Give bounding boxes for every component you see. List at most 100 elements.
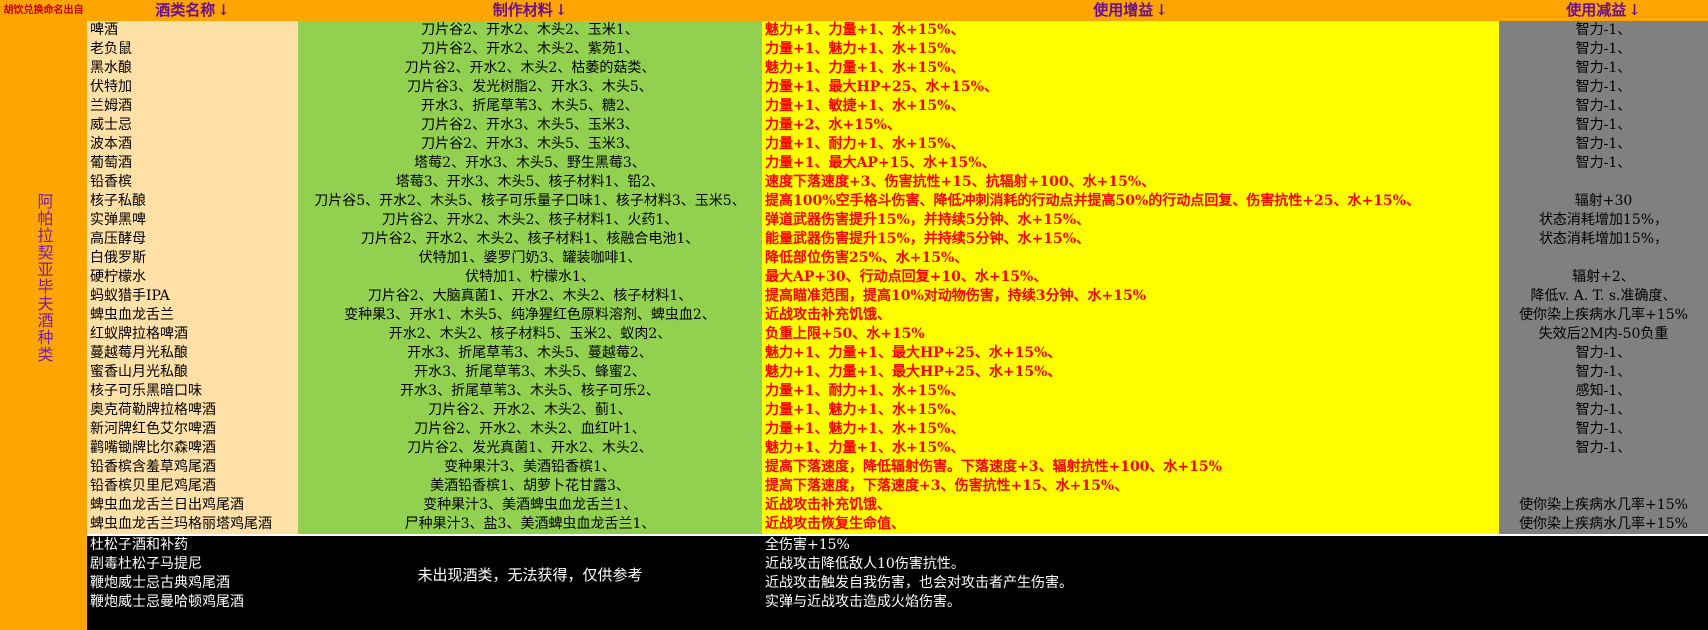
filter-arrow-icon[interactable]: ↓ (1155, 1, 1168, 19)
materials-cell[interactable]: 美酒铅香槟1、胡萝卜花甘露3、 (298, 477, 762, 496)
drink-name-cell[interactable]: 蜜香山月光私酿 (87, 363, 298, 382)
unobtained-buff-cell[interactable]: 近战攻击降低敌人10伤害抗性。 (762, 555, 1499, 574)
buff-cell[interactable]: 力量+1、耐力+1、水+15%、 (762, 135, 1499, 154)
drink-name-cell[interactable]: 蜱虫血龙舌兰日出鸡尾酒 (87, 496, 298, 515)
buff-cell[interactable]: 负重上限+50、水+15% (762, 325, 1499, 344)
buff-cell[interactable]: 提高瞄准范围，提高10%对动物伤害，持续3分钟、水+15% (762, 287, 1499, 306)
buff-cell[interactable]: 提高下落速度，下落速度+3、伤害抗性+15、水+15%、 (762, 477, 1499, 496)
category-side-cell[interactable]: 阿帕拉契亚毕夫酒种类 (0, 21, 87, 534)
materials-cell[interactable]: 刀片谷2、开水2、木头2、蓟1、 (298, 401, 762, 420)
buff-cell[interactable]: 近战攻击补充饥饿、 (762, 496, 1499, 515)
drink-name-cell[interactable]: 铅香槟含羞草鸡尾酒 (87, 458, 298, 477)
drink-name-cell[interactable]: 白俄罗斯 (87, 249, 298, 268)
materials-cell[interactable]: 开水3、折尾草苇3、木头5、核子可乐2、 (298, 382, 762, 401)
drink-name-cell[interactable]: 鹳嘴锄牌比尔森啤酒 (87, 439, 298, 458)
debuff-cell[interactable]: 智力-1、 (1499, 401, 1708, 420)
debuff-cell[interactable] (1499, 173, 1708, 192)
drink-name-cell[interactable]: 黑水酿 (87, 59, 298, 78)
materials-cell[interactable]: 尸种果汁3、盐3、美酒蜱虫血龙舌兰1、 (298, 515, 762, 534)
debuff-cell[interactable]: 感知-1、 (1499, 382, 1708, 401)
filter-arrow-icon[interactable]: ↓ (1628, 1, 1641, 19)
materials-cell[interactable]: 刀片谷2、大脑真菌1、开水2、木头2、核子材料1、 (298, 287, 762, 306)
buff-cell[interactable]: 力量+1、敏捷+1、水+15%、 (762, 97, 1499, 116)
drink-name-cell[interactable]: 红蚁牌拉格啤酒 (87, 325, 298, 344)
materials-cell[interactable]: 刀片谷2、开水3、木头5、玉米3、 (298, 116, 762, 135)
debuff-cell[interactable]: 失效后2M内-50负重 (1499, 325, 1708, 344)
buff-cell[interactable]: 近战攻击补充饥饿、 (762, 306, 1499, 325)
buff-cell[interactable]: 力量+1、耐力+1、水+15%、 (762, 382, 1499, 401)
materials-cell[interactable]: 变种果汁3、美酒铅香槟1、 (298, 458, 762, 477)
filter-arrow-icon[interactable]: ↓ (555, 1, 568, 19)
unobtained-name-cell[interactable]: 鞭炮威士忌古典鸡尾酒 (87, 574, 298, 593)
debuff-cell[interactable]: 智力-1、 (1499, 116, 1708, 135)
unobtained-buff-cell[interactable]: 实弹与近战攻击造成火焰伤害。 (762, 593, 1499, 612)
drink-name-cell[interactable]: 蚂蚁猎手IPA (87, 287, 298, 306)
materials-cell[interactable]: 刀片谷2、开水2、木头2、核子材料1、火药1、 (298, 211, 762, 230)
buff-cell[interactable]: 魅力+1、力量+1、水+15%、 (762, 21, 1499, 40)
drink-name-cell[interactable]: 葡萄酒 (87, 154, 298, 173)
header-debuff-column[interactable]: 使用减益 ↓ (1499, 0, 1708, 21)
materials-cell[interactable]: 变种果汁3、美酒蜱虫血龙舌兰1、 (298, 496, 762, 515)
drink-name-cell[interactable]: 高压酵母 (87, 230, 298, 249)
buff-cell[interactable]: 速度下落速度+3、伤害抗性+15、抗辐射+100、水+15%、 (762, 173, 1499, 192)
materials-cell[interactable]: 刀片谷2、开水2、木头2、玉米1、 (298, 21, 762, 40)
drink-name-cell[interactable]: 奥克荷勒牌拉格啤酒 (87, 401, 298, 420)
debuff-cell[interactable]: 辐射+30 (1499, 192, 1708, 211)
drink-name-cell[interactable]: 兰姆酒 (87, 97, 298, 116)
buff-cell[interactable]: 力量+2、水+15%、 (762, 116, 1499, 135)
drink-name-cell[interactable]: 威士忌 (87, 116, 298, 135)
header-materials-column[interactable]: 制作材料 ↓ (298, 0, 762, 21)
debuff-cell[interactable] (1499, 249, 1708, 268)
materials-cell[interactable]: 刀片谷2、开水2、木头2、紫苑1、 (298, 40, 762, 59)
debuff-cell[interactable]: 智力-1、 (1499, 21, 1708, 40)
buff-cell[interactable]: 最大AP+30、行动点回复+10、水+15%、 (762, 268, 1499, 287)
materials-cell[interactable]: 刀片谷2、发光真菌1、开水2、木头2、 (298, 439, 762, 458)
debuff-cell[interactable] (1499, 477, 1708, 496)
unobtained-buff-cell[interactable]: 全伤害+15% (762, 536, 1499, 555)
materials-cell[interactable]: 刀片谷2、开水2、木头2、枯萎的菇类、 (298, 59, 762, 78)
debuff-cell[interactable]: 智力-1、 (1499, 78, 1708, 97)
debuff-cell[interactable] (1499, 458, 1708, 477)
buff-cell[interactable]: 降低部位伤害25%、水+15%、 (762, 249, 1499, 268)
buff-cell[interactable]: 力量+1、最大HP+25、水+15%、 (762, 78, 1499, 97)
materials-cell[interactable]: 塔莓2、开水3、木头5、野生黑莓3、 (298, 154, 762, 173)
drink-name-cell[interactable]: 啤酒 (87, 21, 298, 40)
drink-name-cell[interactable]: 蜱虫血龙舌兰 (87, 306, 298, 325)
debuff-cell[interactable]: 智力-1、 (1499, 154, 1708, 173)
header-corner-cell[interactable]: 胡饮兑换命名出自 (0, 0, 87, 21)
unobtained-buff-cell[interactable]: 近战攻击触发自我伤害，也会对攻击者产生伤害。 (762, 574, 1499, 593)
buff-cell[interactable]: 近战攻击恢复生命值、 (762, 515, 1499, 534)
drink-name-cell[interactable]: 老负鼠 (87, 40, 298, 59)
unobtained-name-cell[interactable]: 鞭炮威士忌曼哈顿鸡尾酒 (87, 593, 298, 612)
unobtained-name-cell[interactable]: 剧毒杜松子马提尼 (87, 555, 298, 574)
materials-cell[interactable]: 开水3、折尾草苇3、木头5、蔓越莓2、 (298, 344, 762, 363)
buff-cell[interactable]: 力量+1、魅力+1、水+15%、 (762, 40, 1499, 59)
materials-cell[interactable]: 开水3、折尾草苇3、木头5、糖2、 (298, 97, 762, 116)
debuff-cell[interactable]: 智力-1、 (1499, 363, 1708, 382)
debuff-cell[interactable]: 辐射+2、 (1499, 268, 1708, 287)
materials-cell[interactable]: 塔莓3、开水3、木头5、核子材料1、铅2、 (298, 173, 762, 192)
buff-cell[interactable]: 力量+1、魅力+1、水+15%、 (762, 401, 1499, 420)
materials-cell[interactable]: 刀片谷2、开水2、木头2、血红叶1、 (298, 420, 762, 439)
drink-name-cell[interactable]: 铅香槟 (87, 173, 298, 192)
drink-name-cell[interactable]: 核子私酿 (87, 192, 298, 211)
materials-cell[interactable]: 开水3、折尾草苇3、木头5、蜂蜜2、 (298, 363, 762, 382)
category-side-lower-cell[interactable] (0, 534, 87, 630)
buff-cell[interactable]: 魅力+1、力量+1、最大HP+25、水+15%、 (762, 363, 1499, 382)
debuff-cell[interactable]: 使你染上疾病水几率+15% (1499, 306, 1708, 325)
debuff-cell[interactable]: 智力-1、 (1499, 344, 1708, 363)
drink-name-cell[interactable]: 核子可乐黑暗口味 (87, 382, 298, 401)
unobtained-name-cell[interactable]: 杜松子酒和补药 (87, 536, 298, 555)
buff-cell[interactable]: 弹道武器伤害提升15%，并持续5分钟、水+15%、 (762, 211, 1499, 230)
materials-cell[interactable]: 开水2、木头2、核子材料5、玉米2、蚁肉2、 (298, 325, 762, 344)
drink-name-cell[interactable]: 新河牌红色艾尔啤酒 (87, 420, 298, 439)
header-buff-column[interactable]: 使用增益 ↓ (762, 0, 1499, 21)
debuff-cell[interactable]: 智力-1、 (1499, 97, 1708, 116)
buff-cell[interactable]: 魅力+1、力量+1、水+15%、 (762, 439, 1499, 458)
drink-name-cell[interactable]: 蔓越莓月光私酿 (87, 344, 298, 363)
header-name-column[interactable]: 酒类名称 ↓ (87, 0, 298, 21)
buff-cell[interactable]: 力量+1、最大AP+15、水+15%、 (762, 154, 1499, 173)
materials-cell[interactable]: 伏特加1、柠檬水1、 (298, 268, 762, 287)
unobtained-debuff-cell[interactable] (1499, 536, 1708, 612)
debuff-cell[interactable]: 智力-1、 (1499, 439, 1708, 458)
